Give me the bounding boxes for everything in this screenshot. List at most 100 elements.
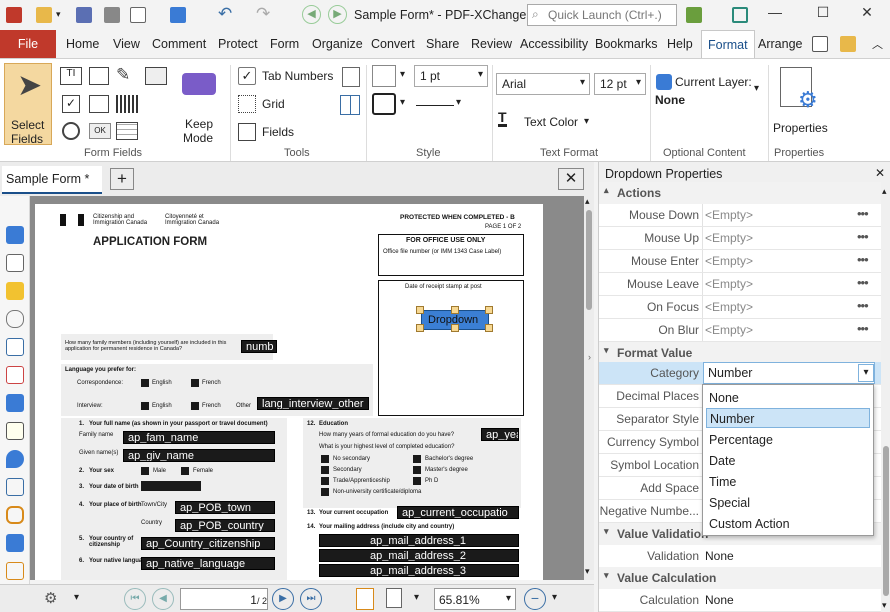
lang-interview-other-field[interactable]: lang_interview_other xyxy=(257,397,369,410)
more-options-icon[interactable]: ••• xyxy=(857,321,869,336)
native-language-field[interactable]: ap_native_language xyxy=(141,557,275,570)
properties-scrollbar[interactable]: ▴ ▾ xyxy=(881,186,890,612)
document-settings-icon[interactable] xyxy=(812,36,828,52)
tab-numbers-label[interactable]: Tab Numbers xyxy=(262,69,333,83)
next-page-button[interactable]: ▶ xyxy=(272,588,294,610)
tab-arrange[interactable]: Arrange xyxy=(752,30,808,58)
close-icon[interactable]: ✕ xyxy=(875,166,885,180)
articles-icon[interactable] xyxy=(6,422,24,440)
option-time[interactable]: Time xyxy=(706,472,870,492)
print-icon[interactable] xyxy=(104,7,120,23)
chevron-down-icon[interactable]: ▾ xyxy=(400,97,405,108)
tab-protect[interactable]: Protect xyxy=(212,30,264,58)
fill-color-swatch[interactable] xyxy=(372,65,396,87)
maximize-button[interactable]: ☐ xyxy=(808,4,838,26)
last-page-button[interactable]: ⏭ xyxy=(300,588,322,610)
zoom-out-button[interactable]: − xyxy=(524,588,546,610)
option-percentage[interactable]: Percentage xyxy=(706,430,870,450)
female-checkbox[interactable] xyxy=(181,467,189,475)
mail-address-field-2[interactable]: ap_mail_address_2 xyxy=(319,549,519,562)
font-select[interactable]: Arial ▾ xyxy=(496,73,590,95)
chevron-down-icon[interactable]: ▾ xyxy=(414,592,419,603)
forward-icon[interactable]: ▶ xyxy=(328,5,347,24)
pane-splitter-arrow[interactable]: › xyxy=(588,352,591,362)
destinations-icon[interactable] xyxy=(6,450,24,468)
layers-panel-icon[interactable] xyxy=(6,394,24,412)
pob-town-field[interactable]: ap_POB_town xyxy=(175,501,275,514)
tab-organize[interactable]: Organize xyxy=(306,30,369,58)
category-select[interactable]: Number ▾ xyxy=(703,362,875,384)
thumbnails-icon[interactable] xyxy=(6,254,24,272)
back-icon[interactable]: ◀ xyxy=(302,5,321,24)
tab-numbers-checkbox[interactable]: ✓ xyxy=(238,67,256,85)
comments-icon[interactable] xyxy=(6,282,24,300)
section-actions[interactable]: ▴ Actions xyxy=(599,182,881,204)
option-none[interactable]: None xyxy=(706,388,870,408)
prop-row-mouse-down[interactable]: Mouse Down <Empty> ••• xyxy=(599,204,881,227)
fullscreen-icon[interactable] xyxy=(732,7,748,23)
fields-panel-icon[interactable] xyxy=(6,562,24,580)
folder-search-icon[interactable] xyxy=(840,36,856,52)
chevron-down-icon[interactable]: ▾ xyxy=(858,364,874,382)
chevron-down-icon[interactable]: ▾ xyxy=(754,83,759,94)
education-years-field[interactable]: ap_yea xyxy=(481,428,519,441)
email-icon[interactable] xyxy=(130,7,146,23)
french-interview-checkbox[interactable] xyxy=(191,402,199,410)
resize-handle[interactable] xyxy=(416,306,424,314)
scroll-down-arrow[interactable]: ▾ xyxy=(882,600,887,611)
section-value-calculation[interactable]: ▾ Value Calculation xyxy=(599,567,881,589)
family-name-field[interactable]: ap_fam_name xyxy=(123,431,275,444)
structure-icon[interactable] xyxy=(6,478,24,496)
male-checkbox[interactable] xyxy=(141,467,149,475)
resize-handle[interactable] xyxy=(451,324,459,332)
grid-settings-icon[interactable] xyxy=(340,95,360,115)
chevron-down-icon[interactable]: ▾ xyxy=(400,69,405,80)
zoom-select[interactable]: 65.81% ▾ xyxy=(434,588,516,610)
tags-icon[interactable] xyxy=(6,534,24,552)
tab-comment[interactable]: Comment xyxy=(146,30,212,58)
close-document-button[interactable]: ✕ xyxy=(558,168,584,190)
bookmarks-icon[interactable] xyxy=(6,226,24,244)
edu-checkbox[interactable] xyxy=(413,466,421,474)
tab-convert[interactable]: Convert xyxy=(365,30,421,58)
minimize-button[interactable]: — xyxy=(760,4,790,26)
save-icon[interactable] xyxy=(76,7,92,23)
edu-checkbox[interactable] xyxy=(413,455,421,463)
keep-mode-button[interactable]: Keep Mode xyxy=(170,63,230,145)
document-tab[interactable]: Sample Form * xyxy=(2,166,102,194)
properties-button[interactable]: ⚙ Properties xyxy=(770,63,830,143)
option-special[interactable]: Special xyxy=(706,493,870,513)
more-options-icon[interactable]: ••• xyxy=(857,252,869,267)
prop-row-category[interactable]: Category Number ▾ xyxy=(599,362,881,385)
more-options-icon[interactable]: ••• xyxy=(857,298,869,313)
text-color-icon[interactable]: T xyxy=(498,110,507,127)
continuous-view-icon[interactable] xyxy=(386,588,402,608)
ui-options-icon[interactable] xyxy=(686,7,702,23)
family-members-field[interactable]: numb xyxy=(241,340,277,353)
tab-review[interactable]: Review xyxy=(465,30,518,58)
grid-toggle-icon[interactable] xyxy=(238,95,256,113)
fields-pane-icon[interactable] xyxy=(238,123,256,141)
date-field-icon[interactable] xyxy=(116,122,138,140)
chevron-down-icon[interactable]: ▾ xyxy=(74,592,79,603)
dob-field[interactable] xyxy=(141,481,201,491)
previous-page-button[interactable]: ◀ xyxy=(152,588,174,610)
font-size-select[interactable]: 12 pt ▾ xyxy=(594,73,646,95)
section-format-value[interactable]: ▾ Format Value xyxy=(599,342,881,364)
single-page-view-icon[interactable] xyxy=(356,588,374,610)
pob-country-field[interactable]: ap_POB_country xyxy=(175,519,275,532)
more-options-icon[interactable]: ••• xyxy=(857,275,869,290)
given-names-field[interactable]: ap_giv_name xyxy=(123,449,275,462)
checkbox-field-icon[interactable]: ✓ xyxy=(62,95,80,113)
scroll-down-arrow[interactable]: ▾ xyxy=(585,566,590,577)
english-interview-checkbox[interactable] xyxy=(141,402,149,410)
tab-order-icon[interactable] xyxy=(342,67,360,87)
tab-home[interactable]: Home xyxy=(60,30,105,58)
tab-file[interactable]: File xyxy=(0,30,56,58)
tab-view[interactable]: View xyxy=(107,30,146,58)
vertical-scrollbar[interactable]: ▴ ▾ xyxy=(584,196,594,580)
links-icon[interactable] xyxy=(6,506,24,524)
barcode-field-icon[interactable] xyxy=(116,95,138,113)
option-date[interactable]: Date xyxy=(706,451,870,471)
edu-checkbox[interactable] xyxy=(321,455,329,463)
